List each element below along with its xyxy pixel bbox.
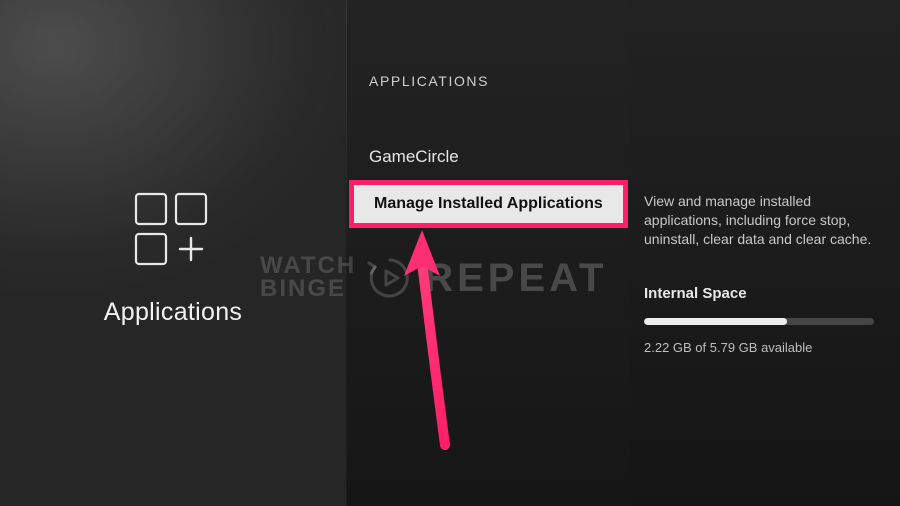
storage-heading: Internal Space (644, 285, 747, 302)
settings-screen: Applications APPLICATIONS GameCircle Man… (0, 0, 900, 506)
storage-available-text: 2.22 GB of 5.79 GB available (644, 340, 812, 355)
settings-list-pane: APPLICATIONS GameCircle Manage Installed… (347, 0, 630, 506)
list-item-manage-applications[interactable]: Manage Installed Applications (347, 175, 630, 235)
list-item-gamecircle[interactable]: GameCircle (369, 147, 610, 167)
setting-description: View and manage installed applications, … (644, 192, 872, 249)
list-item-label: Manage Installed Applications (374, 195, 603, 213)
applications-grid-icon (128, 186, 218, 276)
category-title: Applications (104, 298, 242, 327)
section-heading: APPLICATIONS (369, 73, 489, 89)
storage-progress-fill (644, 318, 787, 325)
detail-pane: View and manage installed applications, … (630, 0, 900, 506)
storage-progress-bar (644, 318, 874, 325)
category-pane: Applications (0, 0, 347, 506)
selection-highlight: Manage Installed Applications (349, 180, 628, 228)
